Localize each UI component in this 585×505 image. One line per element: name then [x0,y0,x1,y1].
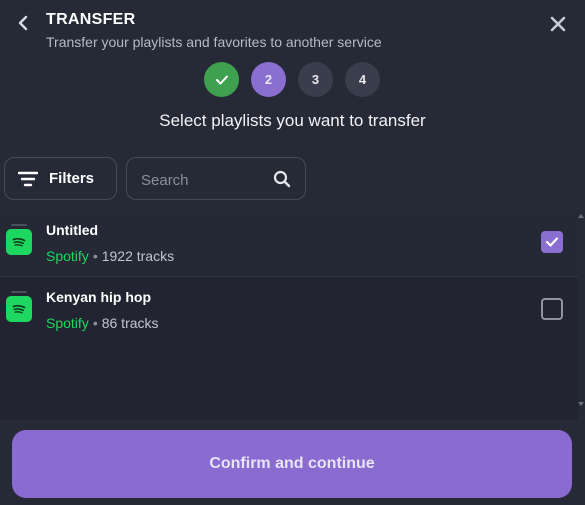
playlist-name: Kenyan hip hop [46,289,151,305]
playlist-list: Untitled Spotify • 1922 tracks Kenyan hip … [0,210,578,420]
search-icon[interactable] [273,170,291,188]
track-count: 1922 tracks [101,248,175,264]
select-checkbox[interactable] [541,298,563,320]
separator-dot: • [92,248,98,264]
page-subtitle: Transfer your playlists and favorites to… [46,34,382,50]
spotify-icon [6,296,32,322]
page-title: TRANSFER [46,11,136,28]
stepper: 2 3 4 [0,62,585,98]
playlist-meta: Spotify • 1922 tracks [46,248,174,264]
scrollbar[interactable] [578,210,585,410]
scroll-down-arrow-icon[interactable] [578,402,584,406]
back-button[interactable] [10,10,36,36]
scroll-up-arrow-icon[interactable] [578,214,584,218]
playlist-name: Untitled [46,222,99,238]
search-box[interactable] [126,157,306,200]
spotify-icon [6,229,32,255]
filter-lines-icon [18,171,38,186]
search-input[interactable] [139,168,263,192]
step-1-done [204,62,239,97]
separator-dot: • [92,315,98,331]
check-icon [215,75,228,84]
playlist-meta: Spotify • 86 tracks [46,315,159,331]
step-4: 4 [345,62,380,97]
chevron-left-icon [18,15,28,31]
select-checkbox[interactable] [541,231,563,253]
filters-button[interactable]: Filters [4,157,117,200]
drag-handle-icon [11,224,27,226]
service-name: Spotify [46,315,89,331]
close-icon [550,16,566,32]
service-name: Spotify [46,248,89,264]
filters-label: Filters [49,170,95,187]
list-item[interactable]: Kenyan hip hop Spotify • 86 tracks [0,277,578,343]
header: TRANSFER Transfer your playlists and fav… [0,0,585,62]
step-3: 3 [298,62,333,97]
section-heading: Select playlists you want to transfer [159,111,426,130]
track-count: 86 tracks [101,315,159,331]
step-2-current: 2 [251,62,286,97]
confirm-button[interactable]: Confirm and continue [12,430,572,498]
close-button[interactable] [544,10,572,38]
drag-handle-icon [11,291,27,293]
list-item[interactable]: Untitled Spotify • 1922 tracks [0,210,578,277]
check-icon [545,237,559,247]
